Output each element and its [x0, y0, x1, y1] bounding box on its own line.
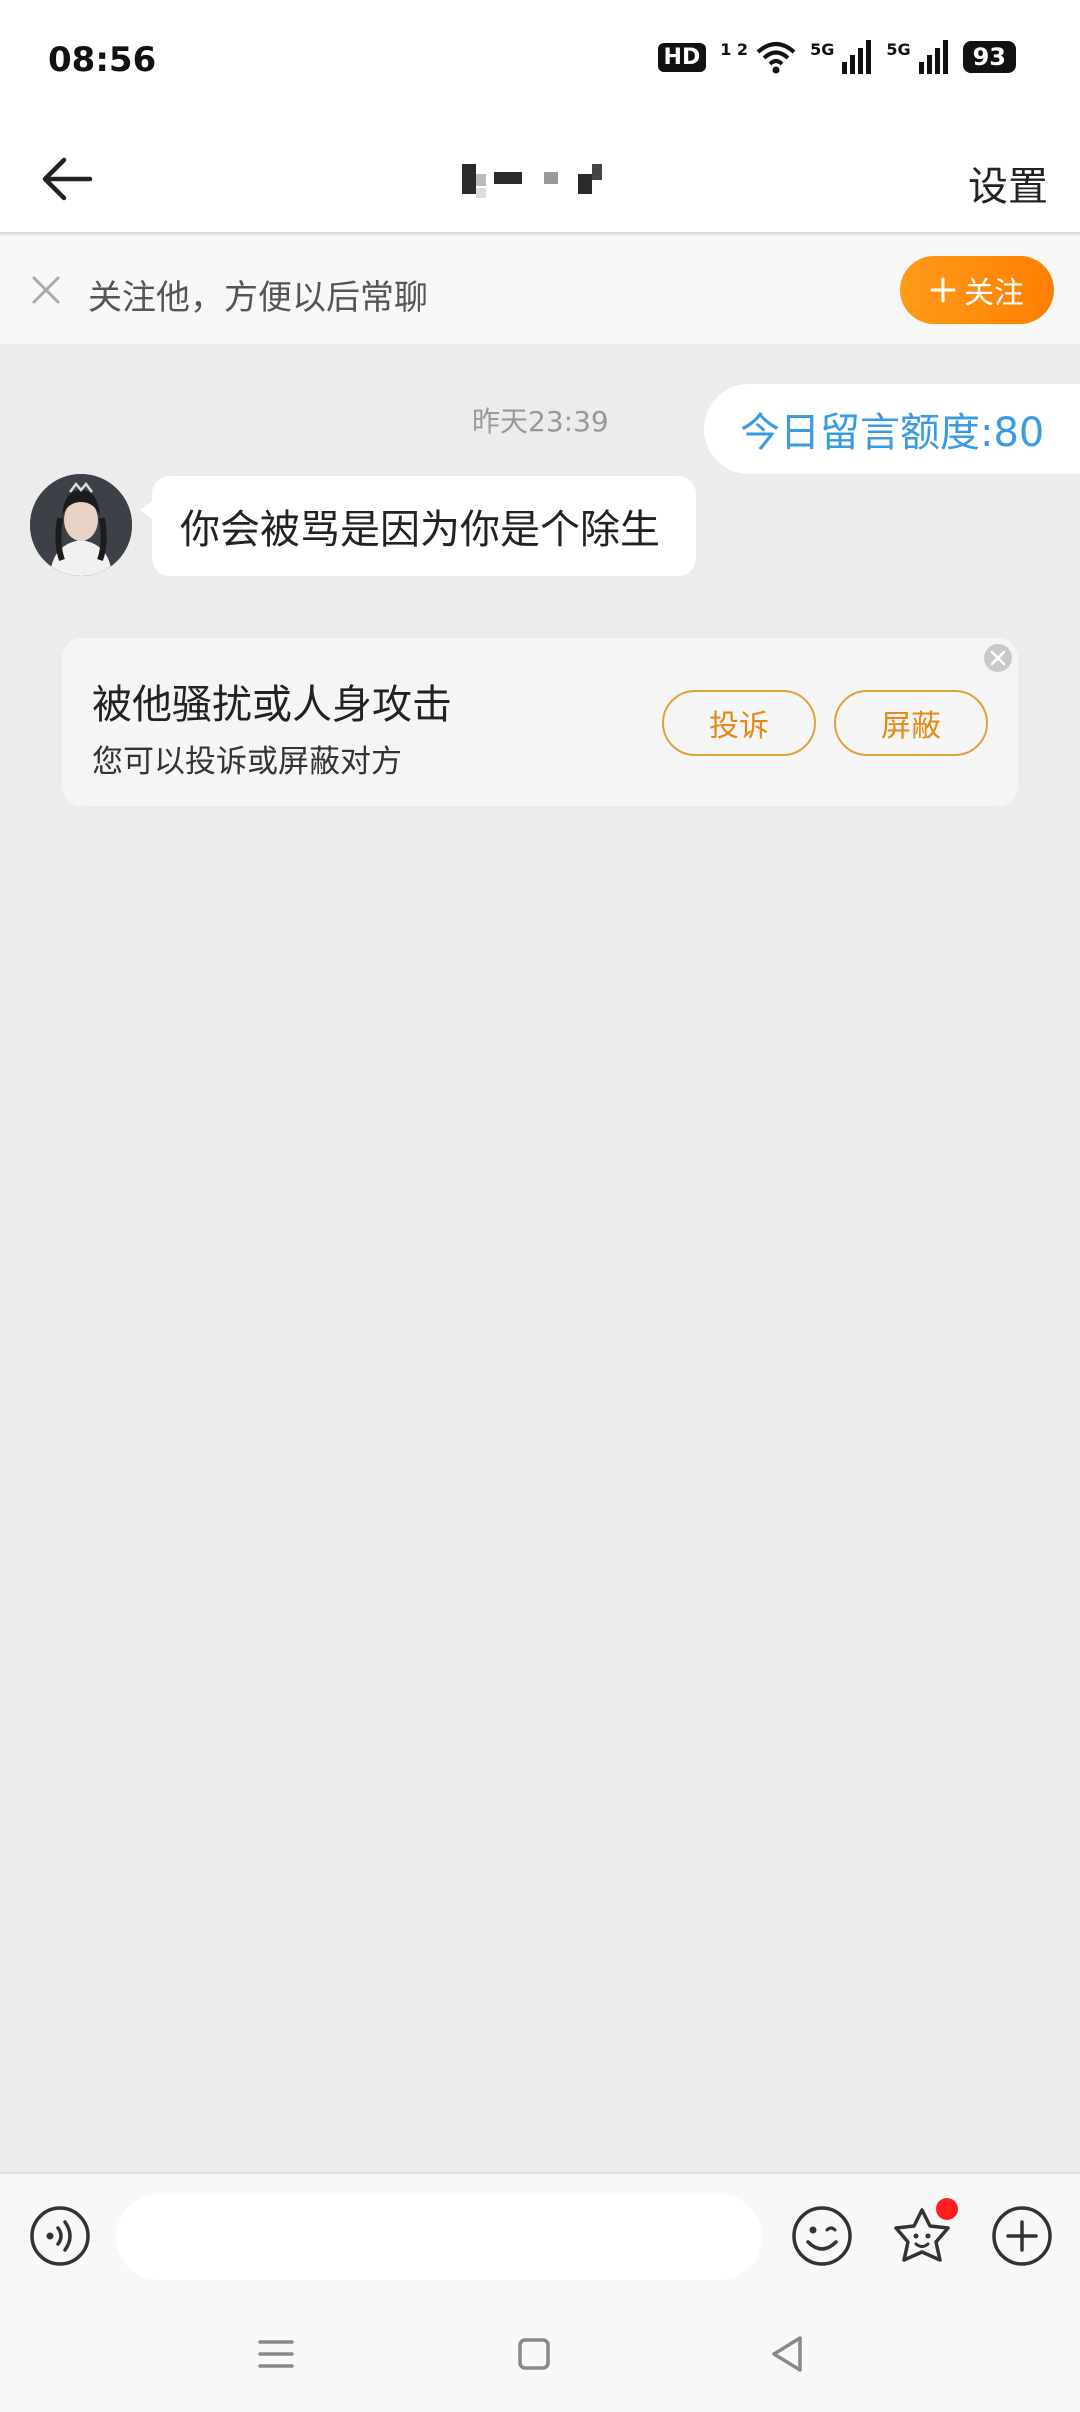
- back-triangle-icon[interactable]: [764, 2330, 812, 2378]
- follow-prompt-text: 关注他，方便以后常聊: [88, 278, 428, 318]
- system-nav-bar: [0, 2296, 1080, 2412]
- emoji-icon[interactable]: [790, 2204, 854, 2268]
- home-icon[interactable]: [510, 2330, 558, 2378]
- status-time: 08:56: [48, 40, 157, 80]
- plus-circle-icon[interactable]: [990, 2204, 1054, 2268]
- signal-icon: [918, 40, 948, 74]
- avatar-image: [30, 474, 132, 576]
- message-timestamp: 昨天23:39: [472, 405, 609, 438]
- follow-banner: 关注他，方便以后常聊 关注: [0, 236, 1080, 344]
- input-bar: [0, 2172, 1080, 2296]
- message-text: 你会被骂是因为你是个除生: [180, 507, 660, 553]
- received-message-bubble[interactable]: 你会被骂是因为你是个除生: [140, 476, 696, 576]
- top-nav-bar: 设置: [0, 124, 1080, 234]
- avatar[interactable]: [30, 474, 132, 576]
- voice-icon[interactable]: [28, 2204, 92, 2268]
- signal-icon: [842, 40, 872, 74]
- block-button[interactable]: 屏蔽: [834, 690, 988, 756]
- arrow-left-icon[interactable]: [36, 146, 102, 212]
- message-input[interactable]: [116, 2194, 762, 2280]
- menu-icon[interactable]: [252, 2330, 300, 2378]
- hd-sim-label: 1 2: [720, 40, 749, 59]
- network-type-label: 5G: [810, 40, 835, 59]
- notification-dot: [936, 2198, 958, 2220]
- page-title-obscured: [462, 164, 602, 198]
- network-type-label: 5G: [886, 40, 911, 59]
- harassment-card: 被他骚扰或人身攻击 您可以投诉或屏蔽对方 投诉 屏蔽: [62, 638, 1018, 806]
- harassment-title: 被他骚扰或人身攻击: [92, 682, 452, 728]
- follow-button-label: 关注: [964, 276, 1024, 311]
- plus-icon: [930, 277, 956, 303]
- harassment-subtitle: 您可以投诉或屏蔽对方: [92, 744, 402, 780]
- quota-bubble: 今日留言额度:80: [704, 384, 1080, 474]
- close-icon[interactable]: [982, 642, 1014, 674]
- wifi-icon: [756, 42, 796, 74]
- status-icons: HD 1 2 5G 5G 93: [657, 40, 1016, 74]
- hd-voice-icon: HD: [657, 42, 707, 72]
- status-bar: 08:56 HD 1 2 5G 5G 93: [0, 0, 1080, 124]
- chat-area[interactable]: 昨天23:39 今日留言额度:80 你会被骂是因为你是个除生 被他骚扰或人身攻击…: [0, 344, 1080, 2172]
- settings-button[interactable]: 设置: [968, 154, 1048, 212]
- follow-button[interactable]: 关注: [900, 256, 1054, 324]
- quota-text: 今日留言额度:80: [740, 410, 1045, 456]
- battery-icon: 93: [962, 41, 1016, 73]
- close-icon[interactable]: [26, 270, 66, 310]
- report-button[interactable]: 投诉: [662, 690, 816, 756]
